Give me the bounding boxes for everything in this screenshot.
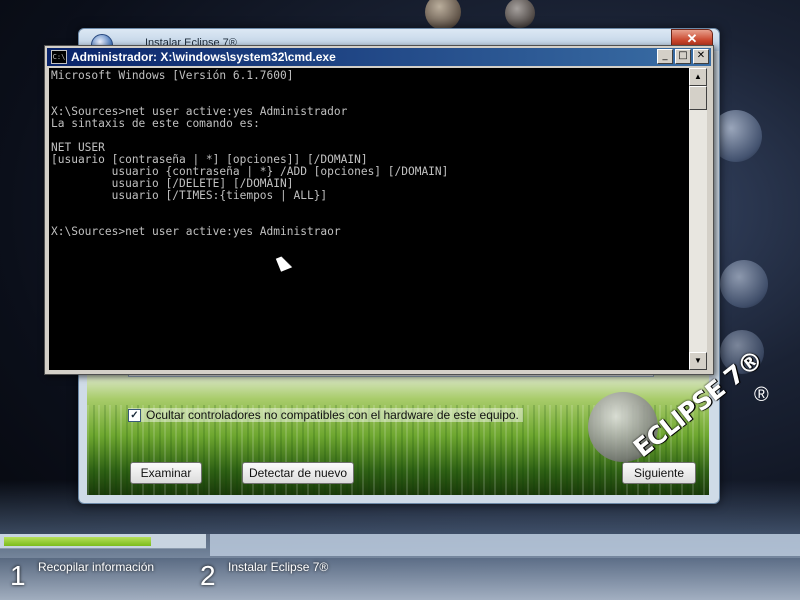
- planet-decoration: [720, 260, 768, 308]
- hide-incompatible-drivers-row[interactable]: ✓ Ocultar controladores no compatibles c…: [128, 408, 523, 422]
- cmd-title: Administrador: X:\windows\system32\cmd.e…: [71, 50, 336, 64]
- step2-label: Instalar Eclipse 7®: [228, 560, 329, 574]
- cmd-window: C:\ Administrador: X:\windows\system32\c…: [44, 45, 714, 375]
- cmd-scrollbar[interactable]: ▲ ▼: [689, 68, 707, 370]
- close-button[interactable]: ✕: [693, 49, 709, 64]
- cmd-icon: C:\: [51, 50, 67, 64]
- planet-decoration: [425, 0, 461, 30]
- scroll-thumb[interactable]: [689, 86, 707, 110]
- cmd-titlebar[interactable]: C:\ Administrador: X:\windows\system32\c…: [47, 48, 711, 66]
- scroll-up-arrow-icon[interactable]: ▲: [689, 68, 707, 86]
- step1-number: 1: [10, 560, 26, 591]
- step2-number: 2: [200, 560, 216, 591]
- rescan-button[interactable]: Detectar de nuevo: [242, 462, 354, 484]
- registered-mark: ®: [754, 384, 769, 406]
- cmd-output: Microsoft Windows [Versión 6.1.7600] X:\…: [51, 69, 449, 238]
- maximize-button[interactable]: □: [675, 49, 691, 64]
- progress-step2-track: [210, 534, 800, 556]
- cmd-console[interactable]: Microsoft Windows [Versión 6.1.7600] X:\…: [49, 68, 689, 370]
- scroll-down-arrow-icon[interactable]: ▼: [689, 352, 707, 370]
- step1-label: Recopilar información: [38, 560, 155, 574]
- progress-step1-fill: [4, 537, 151, 546]
- cmd-window-controls: _ □ ✕: [657, 49, 709, 64]
- hide-incompatible-drivers-label: Ocultar controladores no compatibles con…: [146, 408, 519, 422]
- hide-incompatible-drivers-checkbox[interactable]: ✓: [128, 408, 141, 422]
- next-button[interactable]: Siguiente: [622, 462, 696, 484]
- browse-button[interactable]: Examinar: [130, 462, 202, 484]
- minimize-button[interactable]: _: [657, 49, 673, 64]
- planet-decoration: [505, 0, 535, 28]
